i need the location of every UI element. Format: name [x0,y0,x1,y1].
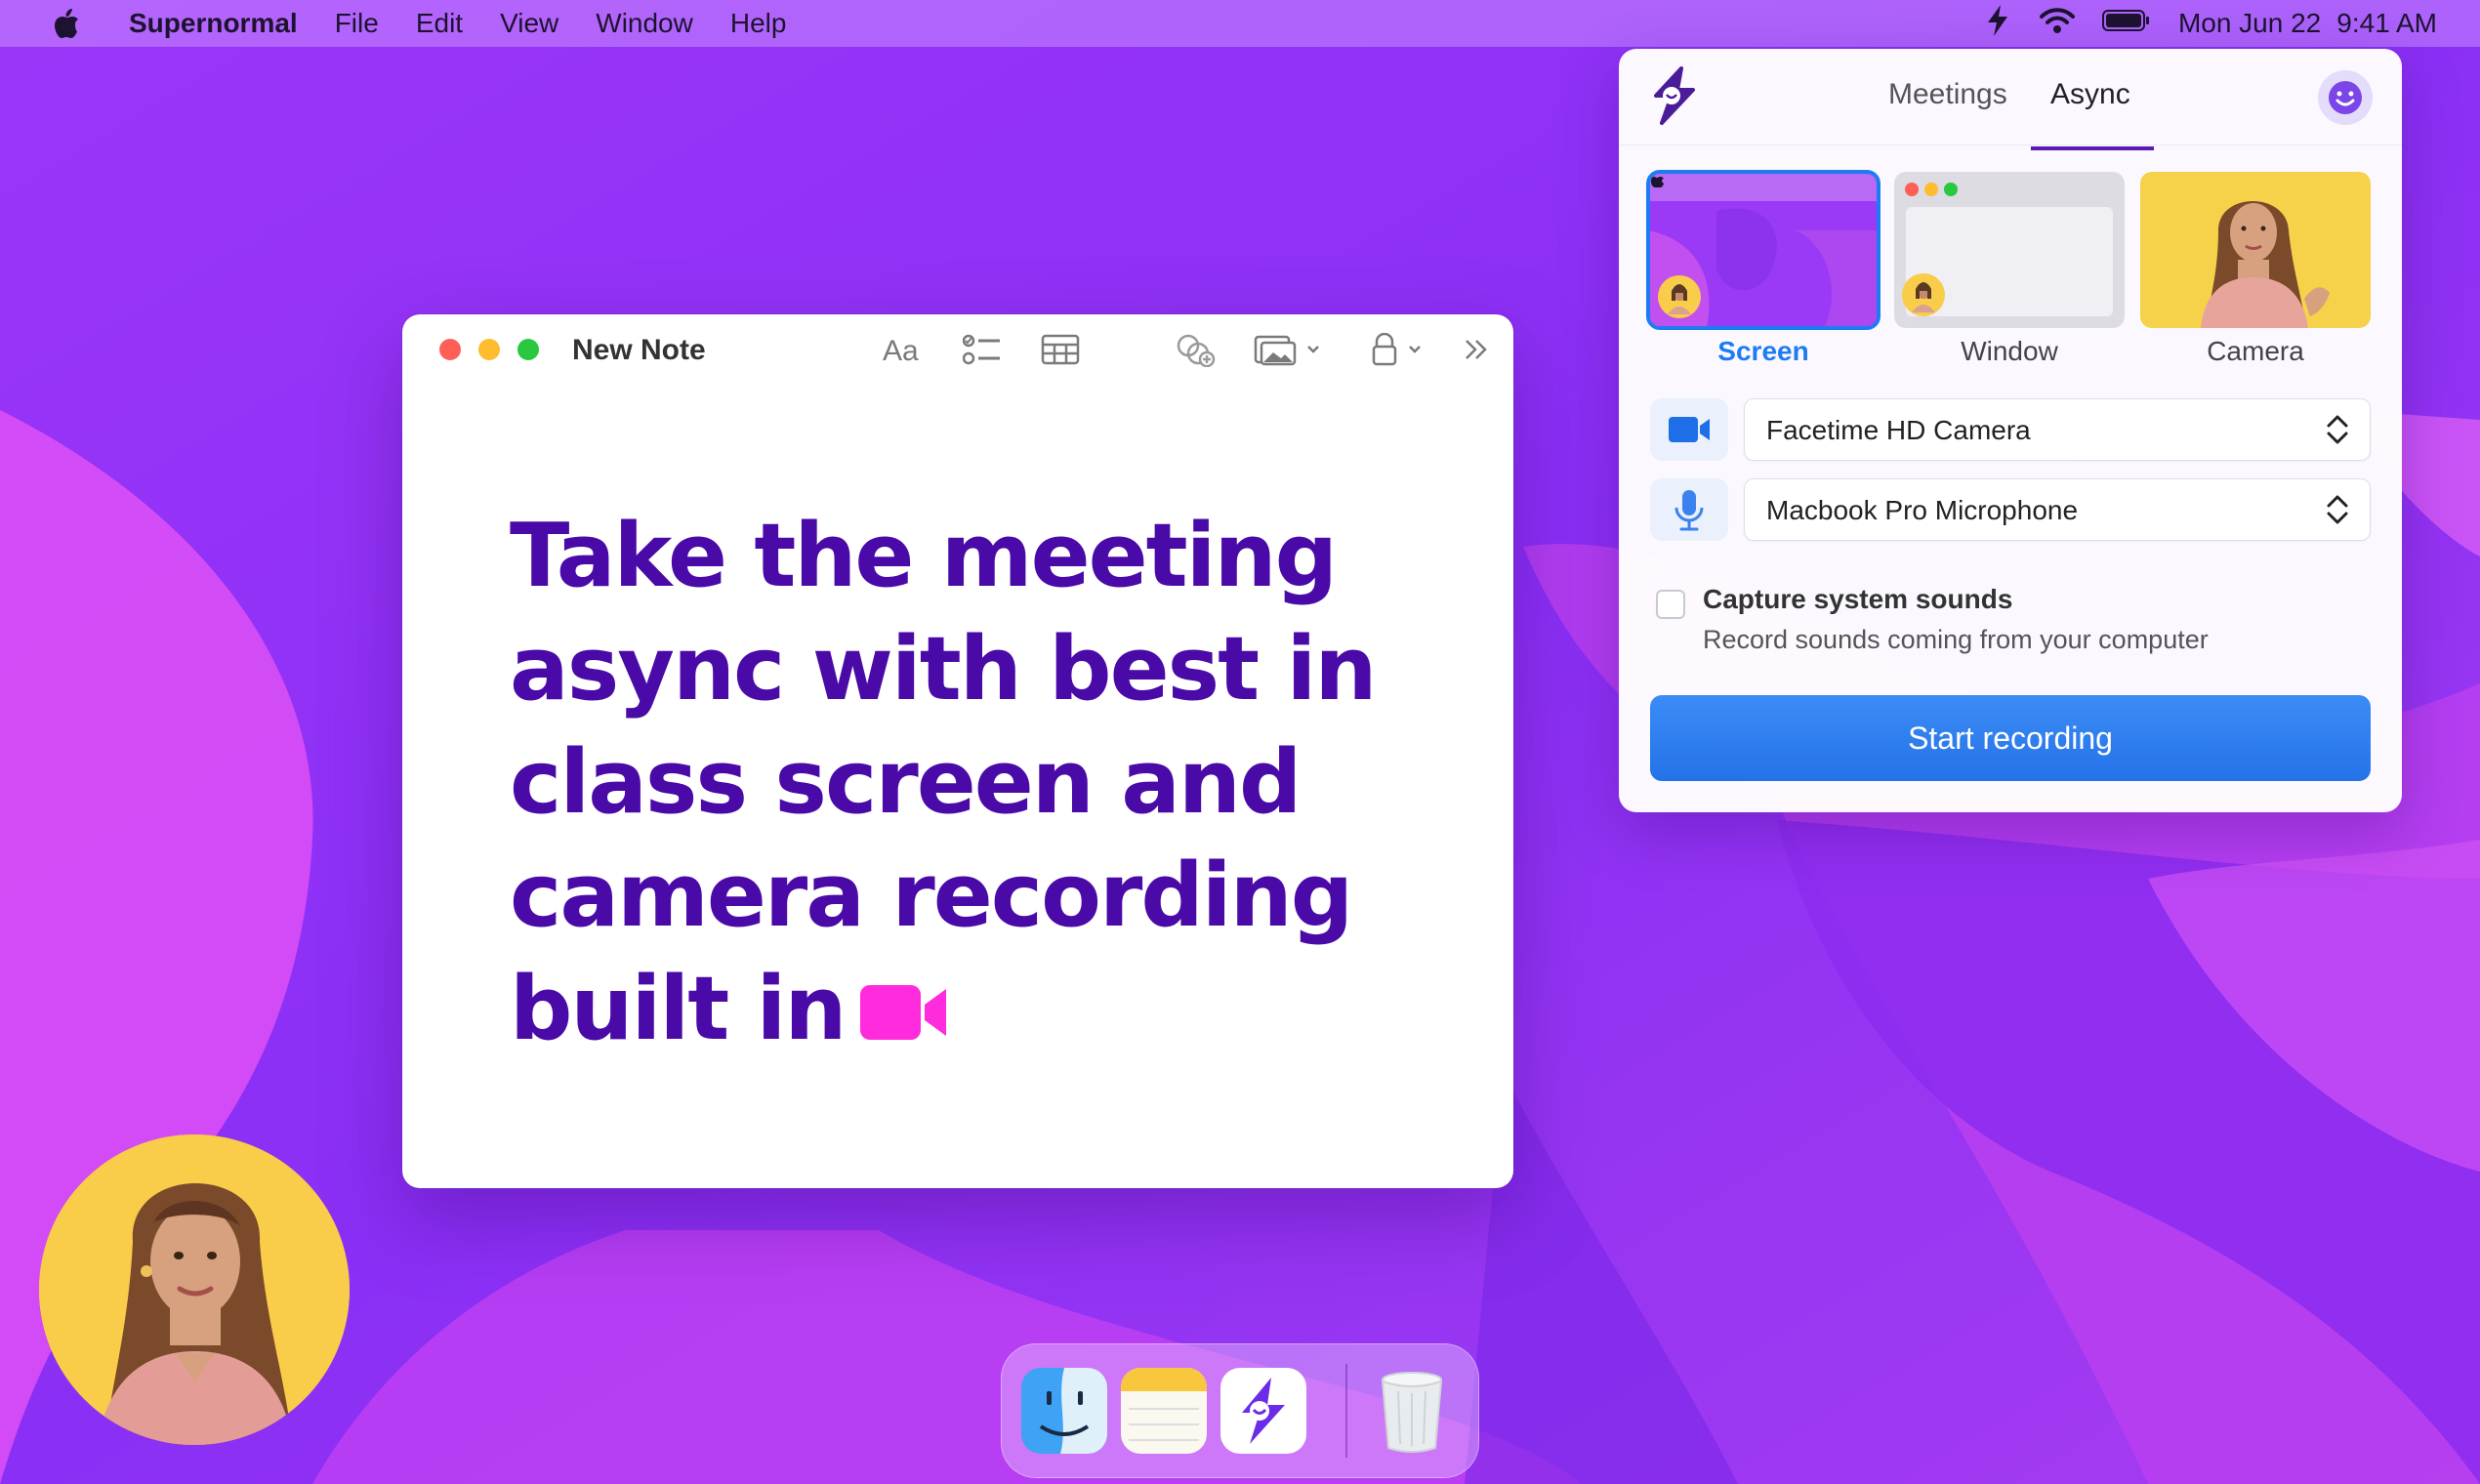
microphone-select[interactable]: Macbook Pro Microphone [1744,478,2371,541]
window-thumbnail [1894,172,2125,328]
lock-icon[interactable] [1371,332,1429,367]
finder-icon[interactable] [1021,1368,1107,1454]
tab-meetings[interactable]: Meetings [1888,78,2007,146]
start-recording-button[interactable]: Start recording [1650,695,2371,781]
wifi-icon[interactable] [2039,7,2075,41]
note-body[interactable]: Take the meeting async with best in clas… [510,500,1447,1071]
capture-system-sounds-label[interactable]: Capture system sounds [1703,584,2012,615]
notes-titlebar[interactable]: New Note Aa [402,314,1513,385]
camera-select[interactable]: Facetime HD Camera [1744,398,2371,461]
smiley-icon [2329,81,2362,114]
dock [1001,1343,1479,1478]
chevron-updown-icon [2327,415,2348,444]
video-camera-device-icon [1650,398,1728,461]
source-window-label: Window [1961,336,2058,366]
media-icon[interactable] [1254,332,1322,367]
app-name-menu[interactable]: Supernormal [129,8,298,39]
menu-help[interactable]: Help [730,8,787,39]
source-camera-option[interactable]: Camera [2140,172,2371,367]
menu-edit[interactable]: Edit [416,8,463,39]
camera-thumbnail [2140,172,2371,328]
camera-select-value: Facetime HD Camera [1766,415,2031,445]
microphone-device-row: Macbook Pro Microphone [1650,478,2373,541]
capture-system-sounds-checkbox[interactable] [1656,590,1685,619]
table-icon[interactable] [1041,332,1080,367]
apple-menu-icon[interactable] [53,7,82,40]
menu-window[interactable]: Window [596,8,693,39]
svg-text:Aa: Aa [883,335,919,364]
menu-view[interactable]: View [500,8,558,39]
popover-header: Meetings Async [1619,49,2402,150]
profile-button[interactable] [2318,70,2373,125]
battery-icon[interactable] [2101,8,2151,39]
notes-app-icon[interactable] [1121,1368,1207,1454]
camera-device-row: Facetime HD Camera [1650,398,2373,461]
dock-separator [1345,1364,1347,1458]
source-screen-option[interactable]: Screen [1646,170,1881,367]
video-camera-icon [858,958,948,1071]
supernormal-popover: Meetings Async Screen Window Camera Face… [1619,49,2402,812]
window-controls [439,339,539,360]
menu-bar: Supernormal File Edit View Window Help M… [0,0,2480,47]
screen-thumbnail [1646,170,1881,330]
supernormal-app-icon[interactable] [1220,1368,1306,1454]
collaborate-icon[interactable] [1174,332,1217,367]
source-screen-label: Screen [1717,336,1809,366]
menubar-time: 9:41 AM [2336,8,2437,38]
minimize-window-button[interactable] [478,339,500,360]
more-icon[interactable] [1463,332,1492,367]
tab-async[interactable]: Async [2031,78,2154,150]
notes-window: New Note Aa Take the meeting async with … [402,314,1513,1188]
source-window-option[interactable]: Window [1894,172,2125,367]
source-camera-label: Camera [2207,336,2304,366]
menubar-clock[interactable]: Mon Jun 22 9:41 AM [2178,8,2437,39]
supernormal-logo-icon [1648,66,1703,125]
zoom-window-button[interactable] [517,339,539,360]
trash-icon[interactable] [1369,1368,1455,1454]
menubar-date: Mon Jun 22 [2177,8,2322,38]
supernormal-status-icon[interactable] [1983,4,2012,44]
checklist-icon[interactable] [963,332,1002,367]
menu-file[interactable]: File [335,8,379,39]
microphone-select-value: Macbook Pro Microphone [1766,495,2079,525]
chevron-updown-icon [2327,495,2348,524]
close-window-button[interactable] [439,339,461,360]
microphone-icon [1650,478,1728,541]
webcam-person-image [39,1134,350,1445]
note-title: New Note [572,334,706,366]
capture-system-sounds-description: Record sounds coming from your computer [1703,625,2209,654]
webcam-preview-bubble[interactable] [39,1134,350,1445]
text-format-icon[interactable]: Aa [883,332,924,367]
